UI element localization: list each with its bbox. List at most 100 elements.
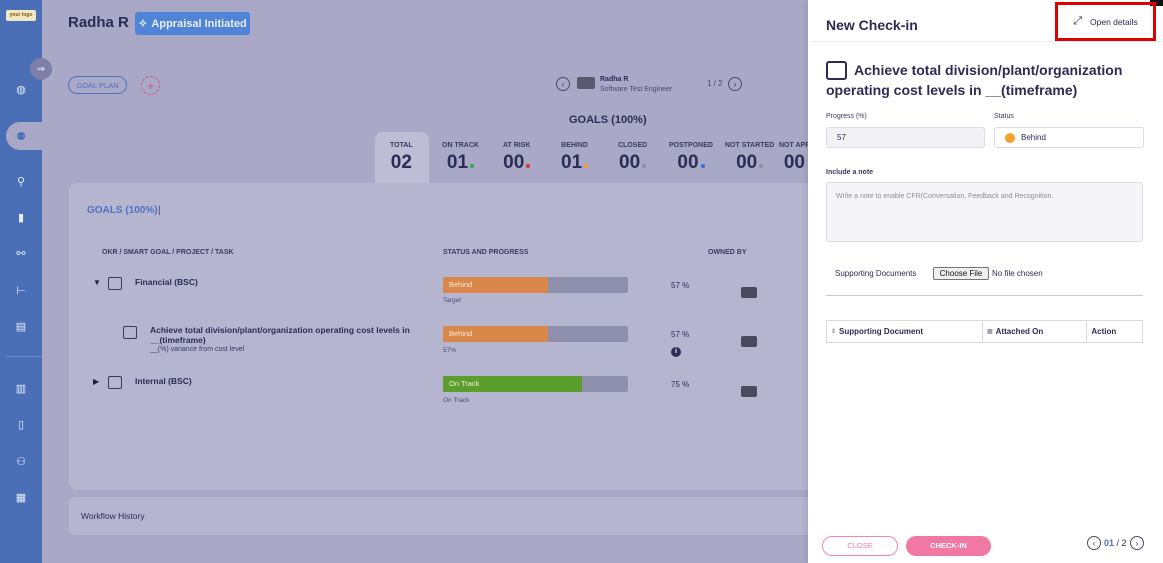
chevron-left-icon: ‹ <box>1092 538 1096 548</box>
column-label: Attached On <box>995 327 1044 336</box>
progress-percent: 57 % <box>671 281 690 290</box>
stat-closed[interactable]: CLOSED 00 <box>618 142 647 174</box>
stat-value: 00 <box>783 152 805 173</box>
column-header-owned-by: OWNED BY <box>708 249 747 256</box>
chevron-right-icon: › <box>1135 538 1139 548</box>
status-label: Status <box>994 113 1014 120</box>
status-value: Behind <box>1021 133 1046 142</box>
stat-value: 01 <box>446 152 469 173</box>
goal-description: __(%) variance from cost level <box>150 346 245 353</box>
chevron-right-icon: › <box>733 79 737 89</box>
prev-employee-button[interactable]: ‹ <box>556 77 570 91</box>
sidebar: your logo ◍ ⚉ ⚲ ▮ ⚯ ⊢ ▤ ▥ ▯ ⚇ ▦ <box>0 0 46 563</box>
handshake-icon[interactable]: ⚯ <box>0 242 42 264</box>
checkin-button[interactable]: CHECK-IN <box>906 536 991 556</box>
stat-value: 01 <box>561 152 583 173</box>
note-label: Include a note <box>826 169 874 176</box>
progress-bar: Behind <box>443 277 628 293</box>
note-textarea[interactable]: Write a note to enable CFR(Conversation,… <box>826 182 1143 242</box>
goal-title[interactable]: Financial (BSC) <box>135 277 198 287</box>
column-label: Action <box>1091 327 1117 336</box>
tab-separator: | <box>158 205 161 216</box>
goal-title[interactable]: Internal (BSC) <box>135 376 192 386</box>
status-dot <box>759 164 764 168</box>
workflow-history-section[interactable] <box>69 497 829 535</box>
stat-total[interactable]: TOTAL 02 <box>390 142 413 174</box>
avatar <box>741 336 757 347</box>
goal-icon <box>108 277 122 290</box>
stat-label: TOTAL <box>390 142 413 149</box>
status-dot <box>526 164 531 168</box>
goal-plan-button[interactable]: GOAL PLAN <box>68 76 127 94</box>
globe-icon[interactable]: ◍ <box>0 78 42 100</box>
expand-icon: ⤢ <box>1073 15 1083 27</box>
stat-not-started[interactable]: NOT STARTED 00 <box>725 142 774 174</box>
stat-behind[interactable]: BEHIND 01 <box>561 142 589 174</box>
status-dot <box>1005 132 1015 143</box>
prev-goal-button[interactable]: ‹ <box>1087 536 1101 550</box>
stat-value: 00 <box>503 152 525 173</box>
progress-sub: Target <box>443 297 462 304</box>
chevron-left-icon: ‹ <box>561 79 565 89</box>
documents-table-header: ⇕ Supporting Document ▦ Attached On Acti… <box>826 320 1143 343</box>
progress-bar: Behind <box>443 326 628 342</box>
info-icon[interactable]: i <box>671 347 681 357</box>
form-icon[interactable]: ▤ <box>0 315 42 337</box>
file-status: No file chosen <box>992 269 1043 278</box>
appraisal-status-label: Appraisal Initiated <box>151 17 247 30</box>
library-icon[interactable]: ▯ <box>0 413 42 435</box>
stat-value: 00 <box>619 152 641 173</box>
collapse-sidebar-button[interactable]: ⇒ <box>30 58 52 80</box>
stat-value: 00 <box>677 152 699 173</box>
goals-heading: GOALS (100%) <box>569 114 647 126</box>
tab-goals[interactable]: GOALS (100%) <box>87 205 158 216</box>
calendar-icon: ▦ <box>987 329 993 335</box>
status-select[interactable]: Behind <box>994 127 1144 148</box>
book-icon[interactable]: ▮ <box>0 206 42 228</box>
column-header-attached-on[interactable]: ▦ Attached On <box>983 321 1088 342</box>
stat-postponed[interactable]: POSTPONED 00 <box>669 142 713 174</box>
section-divider <box>826 295 1143 296</box>
report-icon[interactable]: ▥ <box>0 377 42 399</box>
sparkle-icon: ✧ <box>138 18 148 30</box>
people-icon[interactable]: ⚇ <box>0 450 42 472</box>
stat-not-applicable[interactable]: NOT APP 00 <box>779 142 810 174</box>
avatar <box>577 77 595 89</box>
goal-page-indicator: 01 / 2 <box>1104 538 1127 548</box>
supporting-documents-label: Supporting Documents <box>835 269 917 278</box>
open-details-button[interactable]: ⤢ Open details <box>1055 2 1156 41</box>
close-button[interactable]: CLOSE <box>822 536 898 556</box>
stat-label: NOT STARTED <box>725 142 775 149</box>
progress-input[interactable]: 57 <box>826 127 985 148</box>
progress-fill: On Track <box>443 376 582 392</box>
chart-icon[interactable]: ▦ <box>0 486 42 508</box>
next-employee-button[interactable]: › <box>728 77 742 91</box>
column-header-action: Action <box>1087 321 1142 342</box>
employee-role: Software Test Engineer <box>600 86 673 93</box>
status-dot <box>700 164 705 168</box>
add-goal-button[interactable]: + <box>141 76 160 95</box>
column-header-document[interactable]: ⇕ Supporting Document <box>827 321 983 342</box>
progress-percent: 75 % <box>671 380 690 389</box>
page-current: 01 <box>1104 538 1115 548</box>
stat-label: ON TRACK <box>442 142 479 149</box>
stat-value: 00 <box>736 152 758 173</box>
status-dot <box>470 164 475 168</box>
stat-label: BEHIND <box>561 142 588 149</box>
choose-file-button[interactable]: Choose File <box>933 267 989 280</box>
expand-caret-icon[interactable]: ▼ <box>93 278 101 287</box>
team-icon[interactable]: ⚉ <box>0 125 42 147</box>
column-header-status: STATUS AND PROGRESS <box>443 249 529 256</box>
stat-on-track[interactable]: ON TRACK 01 <box>442 142 479 174</box>
goal-title[interactable]: Achieve total division/plant/organizatio… <box>150 325 410 345</box>
column-header-okr: OKR / SMART GOAL / PROJECT / TASK <box>102 249 234 256</box>
appraisal-status-button[interactable]: ✧ Appraisal Initiated <box>135 12 250 35</box>
person-flow-icon[interactable]: ⚲ <box>0 170 42 192</box>
stat-label: POSTPONED <box>669 142 713 149</box>
collapse-caret-icon[interactable]: ▶ <box>93 377 99 386</box>
open-details-label: Open details <box>1090 16 1138 27</box>
next-goal-button[interactable]: › <box>1130 536 1144 550</box>
column-label: Supporting Document <box>839 327 924 336</box>
stat-at-risk[interactable]: AT RISK 00 <box>503 142 530 174</box>
org-chart-icon[interactable]: ⊢ <box>0 279 42 301</box>
